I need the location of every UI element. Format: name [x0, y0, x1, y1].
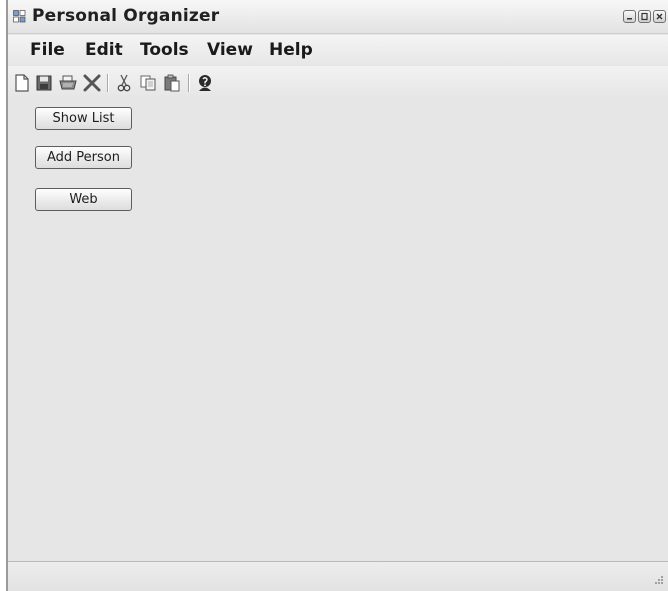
close-icon	[656, 13, 663, 20]
app-window-icon	[13, 10, 26, 23]
toolbar-separator	[107, 74, 109, 92]
main-window: Personal Organizer File Edit Tools View …	[6, 0, 668, 591]
menu-view[interactable]: View	[207, 40, 253, 60]
tool-bar	[8, 66, 668, 100]
cut-icon[interactable]	[114, 73, 134, 93]
menu-tools[interactable]: Tools	[140, 40, 189, 60]
help-person-icon[interactable]	[195, 73, 215, 93]
minimize-icon	[627, 18, 632, 20]
maximize-icon	[641, 12, 648, 21]
show-list-button[interactable]: Show List	[35, 107, 132, 130]
minimize-button[interactable]	[623, 10, 636, 23]
maximize-button[interactable]	[638, 10, 651, 23]
copy-icon[interactable]	[138, 73, 158, 93]
status-bar	[8, 561, 668, 591]
paste-icon[interactable]	[162, 73, 182, 93]
close-button[interactable]	[653, 10, 666, 23]
delete-icon[interactable]	[82, 73, 102, 93]
menu-help[interactable]: Help	[269, 40, 313, 60]
toolbar-separator	[188, 74, 190, 92]
client-area: Show List Add Person Web	[8, 100, 668, 561]
menu-edit[interactable]: Edit	[85, 40, 123, 60]
menu-file[interactable]: File	[30, 40, 65, 60]
print-icon[interactable]	[58, 73, 78, 93]
web-button[interactable]: Web	[35, 188, 132, 211]
resize-grip-icon[interactable]	[652, 573, 664, 585]
window-title: Personal Organizer	[32, 6, 220, 26]
title-bar[interactable]: Personal Organizer	[8, 0, 668, 34]
menu-bar: File Edit Tools View Help	[8, 35, 668, 65]
add-person-button[interactable]: Add Person	[35, 146, 132, 169]
new-icon[interactable]	[12, 73, 32, 93]
save-icon[interactable]	[34, 73, 54, 93]
